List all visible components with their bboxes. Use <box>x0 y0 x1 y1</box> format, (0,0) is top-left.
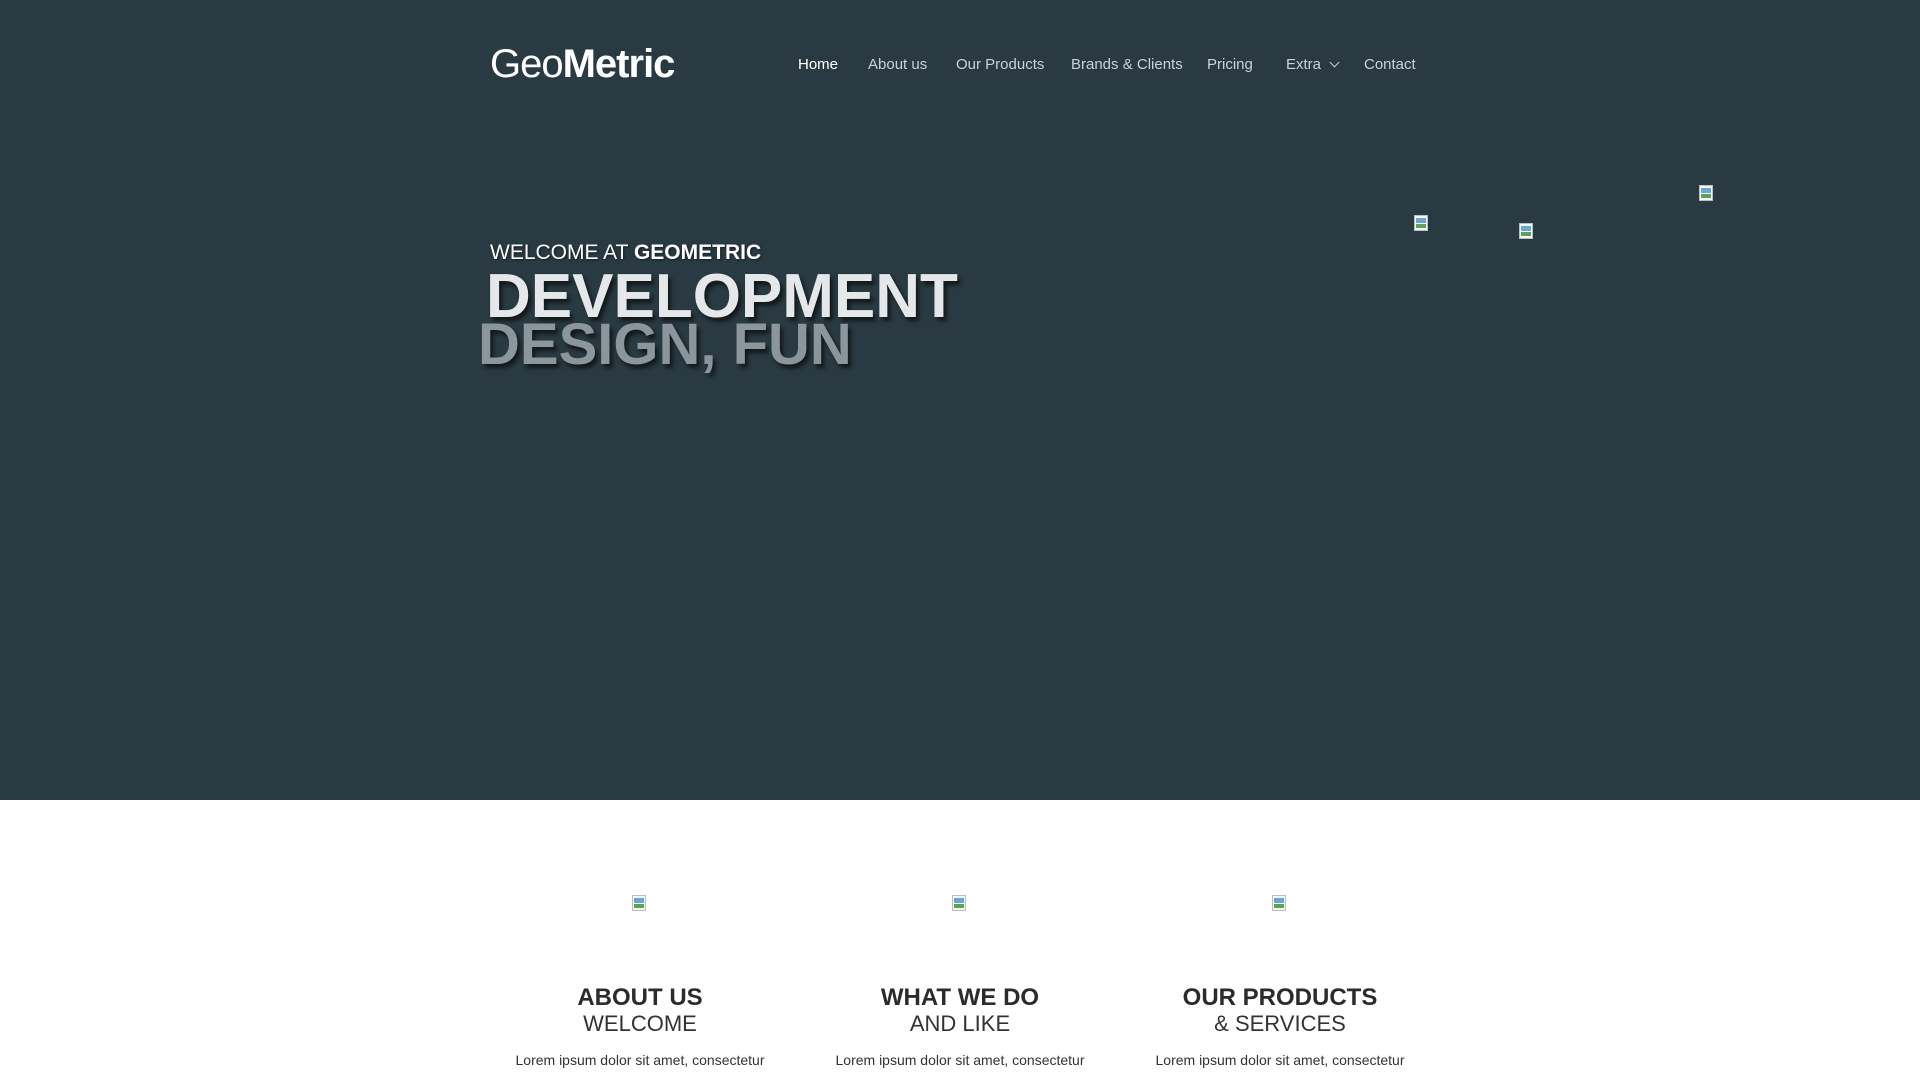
feature-what-we-do: WHAT WE DO AND LIKE Lorem ipsum dolor si… <box>815 984 1105 1070</box>
nav-item-extra[interactable]: Extra <box>1286 54 1340 76</box>
what-we-do-image-icon <box>952 895 968 911</box>
hero-headline-secondary: DESIGN, FUN <box>478 312 852 377</box>
hero-section: GeoMetric Home About us Our Products Bra… <box>0 0 1920 800</box>
feature-text: Lorem ipsum dolor sit amet, consectetur <box>515 1052 765 1068</box>
feature-title: OUR PRODUCTS <box>1182 984 1378 1011</box>
nav-item-our-products[interactable]: Our Products <box>956 54 1044 76</box>
feature-subtitle: AND LIKE <box>909 1011 1011 1036</box>
nav-item-extra-label: Extra <box>1286 56 1322 73</box>
feature-subtitle: WELCOME <box>583 1011 697 1036</box>
main-nav: Home About us Our Products Brands & Clie… <box>0 54 1920 76</box>
welcome-brand: GEOMETRIC <box>633 241 762 264</box>
broken-image-icon <box>1414 215 1430 231</box>
nav-item-about-us[interactable]: About us <box>868 54 927 76</box>
feature-our-products: OUR PRODUCTS & SERVICES Lorem ipsum dolo… <box>1135 984 1425 1070</box>
feature-subtitle: & SERVICES <box>1214 1011 1346 1036</box>
feature-about-us: ABOUT US WELCOME Lorem ipsum dolor sit a… <box>495 984 785 1070</box>
welcome-prefix: WELCOME AT <box>490 241 629 264</box>
chevron-down-icon <box>1329 57 1340 68</box>
nav-item-pricing[interactable]: Pricing <box>1207 54 1253 76</box>
broken-image-icon <box>1699 185 1715 201</box>
broken-image-icon <box>1519 223 1535 239</box>
feature-text: Lorem ipsum dolor sit amet, consectetur <box>835 1052 1085 1068</box>
about-us-image-icon <box>632 895 648 911</box>
feature-text: Lorem ipsum dolor sit amet, consectetur <box>1155 1052 1405 1068</box>
nav-item-brands-clients[interactable]: Brands & Clients <box>1071 54 1183 76</box>
feature-title: ABOUT US <box>577 984 703 1011</box>
our-products-image-icon <box>1272 895 1288 911</box>
feature-title: WHAT WE DO <box>880 984 1040 1011</box>
nav-item-home[interactable]: Home <box>798 54 838 76</box>
nav-item-contact[interactable]: Contact <box>1364 54 1416 76</box>
